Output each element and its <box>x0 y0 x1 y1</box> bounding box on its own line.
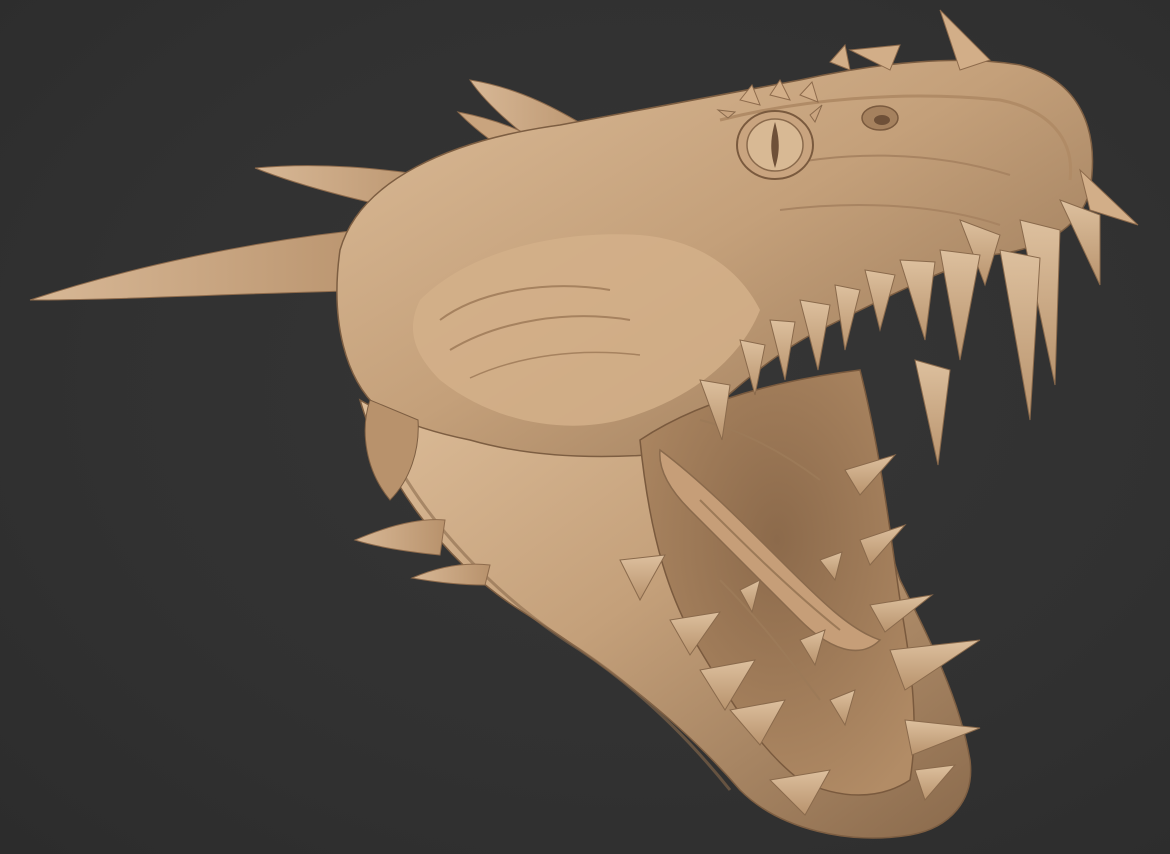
sculpt-viewport[interactable] <box>0 0 1170 854</box>
nostril <box>861 105 899 131</box>
dragon-head-sculpt-image <box>29 9 1139 839</box>
mouth-interior <box>639 369 915 796</box>
